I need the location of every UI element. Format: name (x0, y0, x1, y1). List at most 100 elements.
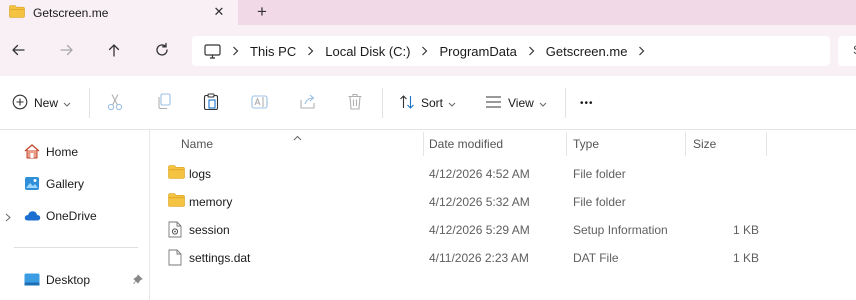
address-row: This PC Local Disk (C:) ProgramData Gets… (0, 25, 856, 76)
share-icon (299, 94, 317, 113)
computer-icon (204, 43, 221, 59)
file-size: 1 KB (732, 251, 759, 265)
column-name[interactable]: Name (181, 137, 213, 151)
chevron-right-icon[interactable] (5, 211, 11, 225)
nav-item-label: Home (46, 145, 79, 159)
rename-button[interactable] (251, 76, 269, 130)
new-label: New (34, 96, 59, 110)
table-row[interactable]: memory 4/12/2026 5:32 AM File folder (150, 188, 856, 216)
folder-icon (9, 4, 25, 21)
view-list-icon (485, 95, 502, 112)
sort-ascending-icon (293, 130, 302, 144)
file-date: 4/12/2026 4:52 AM (429, 167, 530, 181)
chevron-right-icon[interactable] (307, 46, 314, 56)
plus-circle-icon (12, 94, 28, 113)
nav-item-onedrive[interactable]: OneDrive (0, 202, 150, 230)
file-name: settings.dat (189, 251, 251, 265)
file-name: logs (189, 167, 212, 181)
chevron-down-icon (539, 96, 547, 110)
file-date: 4/11/2026 2:23 AM (429, 251, 529, 265)
file-name: memory (189, 195, 233, 209)
paste-button[interactable] (203, 76, 219, 130)
file-type: File folder (573, 167, 626, 181)
breadcrumb-this-pc[interactable]: This PC (250, 44, 296, 59)
table-row[interactable]: logs 4/12/2026 4:52 AM File folder (150, 160, 856, 188)
table-row[interactable]: settings.dat 4/11/2026 2:23 AM DAT File … (150, 244, 856, 272)
copy-icon (156, 93, 172, 113)
file-name: session (189, 223, 230, 237)
chevron-right-icon[interactable] (421, 46, 428, 56)
new-button[interactable]: New (12, 76, 71, 130)
close-tab-button[interactable]: ✕ (210, 3, 228, 21)
back-icon[interactable] (7, 39, 29, 61)
column-type[interactable]: Type (573, 137, 599, 151)
tab-getscreen[interactable]: Getscreen.me ✕ (0, 0, 238, 25)
nav-item-label: Desktop (46, 273, 91, 287)
file-type: DAT File (573, 251, 619, 265)
up-icon[interactable] (103, 39, 125, 61)
forward-icon[interactable] (56, 39, 78, 61)
more-options-button[interactable]: ••• (580, 76, 594, 130)
copy-button[interactable] (156, 76, 172, 130)
clipboard-icon (203, 92, 219, 114)
pin-icon[interactable] (133, 274, 143, 288)
tab-strip: Getscreen.me ✕ + (0, 0, 856, 25)
sort-icon (399, 94, 415, 113)
command-bar: New Sort View ••• (0, 76, 856, 130)
chevron-down-icon (63, 96, 71, 110)
nav-item-label: OneDrive (46, 209, 97, 223)
sort-label: Sort (421, 96, 444, 110)
nav-item-label: Gallery (46, 177, 85, 191)
desktop-icon (24, 273, 40, 289)
scissors-icon (107, 93, 123, 114)
file-size: 1 KB (732, 223, 759, 237)
file-date: 4/12/2026 5:29 AM (429, 223, 530, 237)
toolbar-divider (565, 88, 566, 118)
nav-divider (14, 247, 138, 248)
column-separator[interactable] (766, 132, 767, 156)
column-separator[interactable] (566, 132, 567, 156)
cut-button[interactable] (107, 76, 123, 130)
chevron-down-icon (448, 96, 456, 110)
new-tab-button[interactable]: + (252, 2, 272, 22)
chevron-right-icon[interactable] (638, 46, 645, 56)
file-icon (168, 249, 182, 269)
toolbar-divider (382, 88, 383, 118)
settings-file-icon (168, 221, 182, 241)
view-button[interactable]: View (485, 76, 547, 130)
column-date-modified[interactable]: Date modified (429, 137, 503, 151)
search-input[interactable]: S (838, 36, 856, 66)
chevron-right-icon[interactable] (528, 46, 535, 56)
file-type: Setup Information (573, 223, 668, 237)
nav-item-home[interactable]: Home (0, 138, 150, 166)
address-bar[interactable]: This PC Local Disk (C:) ProgramData Gets… (192, 36, 830, 66)
nav-item-gallery[interactable]: Gallery (0, 170, 150, 198)
chevron-right-icon[interactable] (232, 46, 239, 56)
column-separator[interactable] (685, 132, 686, 156)
onedrive-icon (24, 210, 41, 224)
trash-icon (347, 93, 363, 113)
file-date: 4/12/2026 5:32 AM (429, 195, 530, 209)
sort-button[interactable]: Sort (399, 76, 456, 130)
column-header: Name Date modified Type Size (150, 130, 856, 156)
navigation-pane: Home Gallery OneDrive Desktop (0, 130, 150, 300)
rename-icon (251, 94, 269, 113)
folder-icon (168, 165, 185, 182)
breadcrumb-local-disk[interactable]: Local Disk (C:) (325, 44, 410, 59)
column-size[interactable]: Size (693, 137, 716, 151)
breadcrumb-getscreen[interactable]: Getscreen.me (546, 44, 628, 59)
column-separator[interactable] (423, 132, 424, 156)
table-row[interactable]: session 4/12/2026 5:29 AM Setup Informat… (150, 216, 856, 244)
delete-button[interactable] (347, 76, 363, 130)
tab-title: Getscreen.me (33, 5, 109, 20)
home-icon (24, 144, 40, 162)
gallery-icon (24, 176, 40, 194)
refresh-icon[interactable] (151, 39, 173, 61)
view-label: View (508, 96, 534, 110)
breadcrumb-programdata[interactable]: ProgramData (439, 44, 516, 59)
folder-icon (168, 193, 185, 210)
nav-item-desktop[interactable]: Desktop (0, 266, 150, 294)
toolbar-divider (89, 88, 90, 118)
file-type: File folder (573, 195, 626, 209)
share-button[interactable] (299, 76, 317, 130)
